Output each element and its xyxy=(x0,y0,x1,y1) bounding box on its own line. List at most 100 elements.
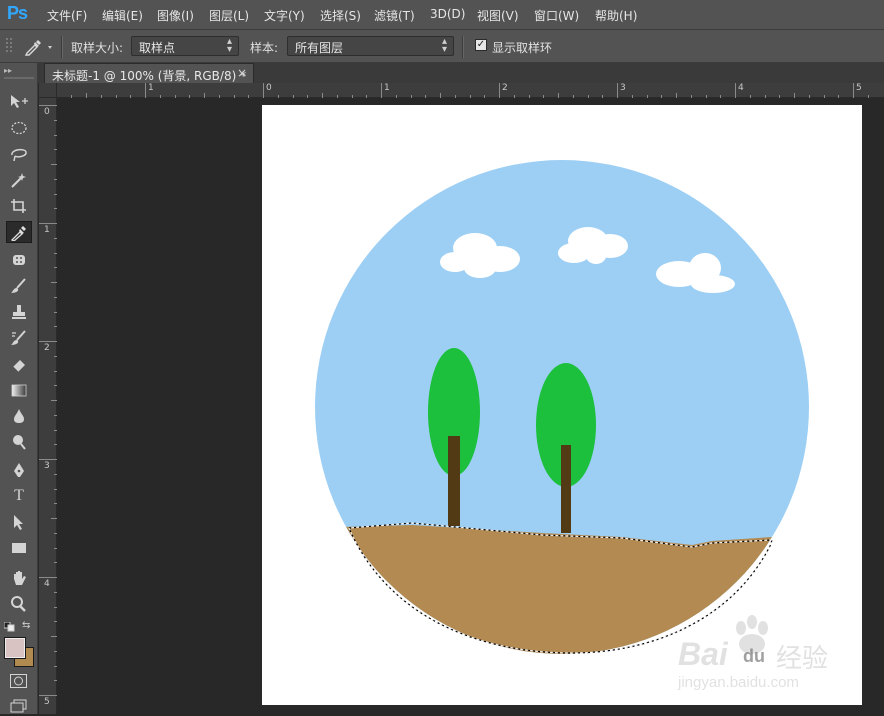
menu-view[interactable]: 视图(V) xyxy=(477,7,519,24)
menu-filter[interactable]: 滤镜(T) xyxy=(374,7,415,24)
blur-drop-icon xyxy=(14,409,24,423)
menu-layer[interactable]: 图层(L) xyxy=(209,7,249,24)
show-sampling-ring-checkbox[interactable]: ✓ xyxy=(475,39,487,51)
crop-tool[interactable] xyxy=(6,195,32,217)
ruler-label: 5 xyxy=(856,83,862,93)
sample-size-label: 取样大小: xyxy=(71,41,124,55)
watermark: Bai du 经验 jingyan.baidu.com xyxy=(676,614,842,700)
updown-arrow-icon: ▴ ▾ xyxy=(226,36,232,55)
menu-bar: Ps 文件(F) 编辑(E) 图像(I) 图层(L) 文字(Y) 选择(S) 滤… xyxy=(0,0,884,29)
options-separator xyxy=(462,36,464,58)
dodge-icon xyxy=(13,435,26,450)
healing-brush-icon xyxy=(13,255,25,265)
ruler-label: 0 xyxy=(266,83,272,93)
ruler-label: 1 xyxy=(384,83,390,93)
menu-help[interactable]: 帮助(H) xyxy=(595,7,637,24)
ruler-label: 3 xyxy=(620,83,626,93)
horizontal-ruler-ticks xyxy=(71,83,869,98)
toolbar-grip xyxy=(4,77,34,79)
foreground-color-swatch[interactable] xyxy=(4,637,26,659)
blur-tool[interactable] xyxy=(6,405,32,427)
healing-brush-tool[interactable] xyxy=(6,249,32,271)
options-separator xyxy=(61,36,63,58)
swap-colors-icon[interactable]: ⇆ xyxy=(22,620,30,631)
watermark-cn: 经验 xyxy=(776,643,829,673)
updown-arrow-icon: ▴ ▾ xyxy=(441,36,447,55)
default-colors-icon[interactable] xyxy=(3,621,16,632)
dodge-tool[interactable] xyxy=(6,431,32,453)
quick-mask-button[interactable] xyxy=(10,674,27,688)
ruler-label: 1 xyxy=(148,83,154,93)
screen-mode-button[interactable] xyxy=(10,699,27,713)
vertical-ruler[interactable]: 0 1 2 3 4 5 xyxy=(39,98,57,714)
options-grip xyxy=(5,36,13,56)
eyedropper-icon xyxy=(10,226,26,242)
options-bar: 取样大小: 取样点 ▴ ▾ 样本: 所有图层 ▴ ▾ ✓ 显示取样环 xyxy=(0,29,884,63)
menu-image[interactable]: 图像(I) xyxy=(157,7,194,24)
quick-mask-icon xyxy=(10,674,27,688)
move-icon xyxy=(11,95,28,108)
sample-dropdown[interactable]: 所有图层 ▴ ▾ xyxy=(287,36,454,56)
show-sampling-ring-label: 显示取样环 xyxy=(492,41,553,55)
pen-tool[interactable] xyxy=(6,459,32,481)
magic-wand-tool[interactable] xyxy=(6,169,32,191)
history-brush-tool[interactable] xyxy=(6,327,32,349)
watermark-brand: Bai xyxy=(678,636,728,672)
lasso-tool[interactable] xyxy=(6,143,32,165)
eyedropper-tool[interactable] xyxy=(6,221,32,243)
collapse-panel-icon[interactable]: ▸▸ xyxy=(4,66,12,75)
gradient-tool[interactable] xyxy=(6,379,32,401)
document-tab-title: 未标题-1 @ 100% (背景, RGB/8) * xyxy=(52,69,247,83)
gradient-icon xyxy=(11,384,27,397)
type-tool[interactable]: T xyxy=(6,485,32,507)
photoshop-logo: Ps xyxy=(7,3,28,23)
ruler-label: 4 xyxy=(738,83,744,93)
eraser-tool[interactable] xyxy=(6,353,32,375)
path-selection-icon xyxy=(14,515,23,530)
menu-file[interactable]: 文件(F) xyxy=(47,7,87,24)
menu-select[interactable]: 选择(S) xyxy=(320,7,361,24)
eraser-icon xyxy=(12,360,25,373)
move-tool[interactable] xyxy=(6,90,32,112)
hand-tool[interactable] xyxy=(6,567,32,589)
clone-stamp-tool[interactable] xyxy=(6,301,32,323)
ruler-label: 4 xyxy=(44,579,50,589)
lasso-icon xyxy=(11,148,27,162)
document-tab[interactable]: 未标题-1 @ 100% (背景, RGB/8) * × xyxy=(44,63,254,83)
ruler-label: 1 xyxy=(44,225,50,235)
ruler-origin[interactable] xyxy=(39,83,57,98)
sample-size-value: 取样点 xyxy=(139,41,176,55)
ruler-label: 0 xyxy=(44,107,50,117)
marquee-tool[interactable] xyxy=(6,117,32,139)
elliptical-marquee-icon xyxy=(11,121,27,135)
tools-panel: ▸▸ T ⇆ xyxy=(0,63,38,714)
eyedropper-icon xyxy=(24,40,52,56)
rectangle-tool[interactable] xyxy=(6,537,32,559)
menu-edit[interactable]: 编辑(E) xyxy=(102,7,143,24)
ruler-label: 2 xyxy=(44,343,50,353)
sample-size-dropdown[interactable]: 取样点 ▴ ▾ xyxy=(131,36,239,56)
clone-stamp-icon xyxy=(12,305,26,319)
sample-label: 样本: xyxy=(250,41,279,55)
horizontal-ruler[interactable]: 1 0 1 2 3 4 5 xyxy=(57,83,884,98)
pen-icon xyxy=(14,463,24,477)
watermark-paw-text: du xyxy=(743,646,765,666)
menu-3d[interactable]: 3D(D) xyxy=(430,7,465,21)
ruler-label: 5 xyxy=(44,697,50,707)
path-selection-tool[interactable] xyxy=(6,511,32,533)
history-brush-icon xyxy=(11,330,26,345)
magic-wand-icon xyxy=(11,173,26,188)
vertical-ruler-ticks xyxy=(39,105,57,696)
close-tab-icon[interactable]: × xyxy=(237,66,247,80)
sample-value: 所有图层 xyxy=(295,41,344,55)
brush-icon xyxy=(11,278,26,293)
screen-mode-icon xyxy=(10,699,27,713)
menu-window[interactable]: 窗口(W) xyxy=(534,7,579,24)
tool-preset-picker[interactable] xyxy=(22,37,54,57)
crop-icon xyxy=(11,199,26,213)
zoom-tool[interactable] xyxy=(6,593,32,615)
menu-type[interactable]: 文字(Y) xyxy=(264,7,305,24)
ruler-label: 2 xyxy=(502,83,508,93)
hand-icon xyxy=(14,571,26,585)
brush-tool[interactable] xyxy=(6,275,32,297)
